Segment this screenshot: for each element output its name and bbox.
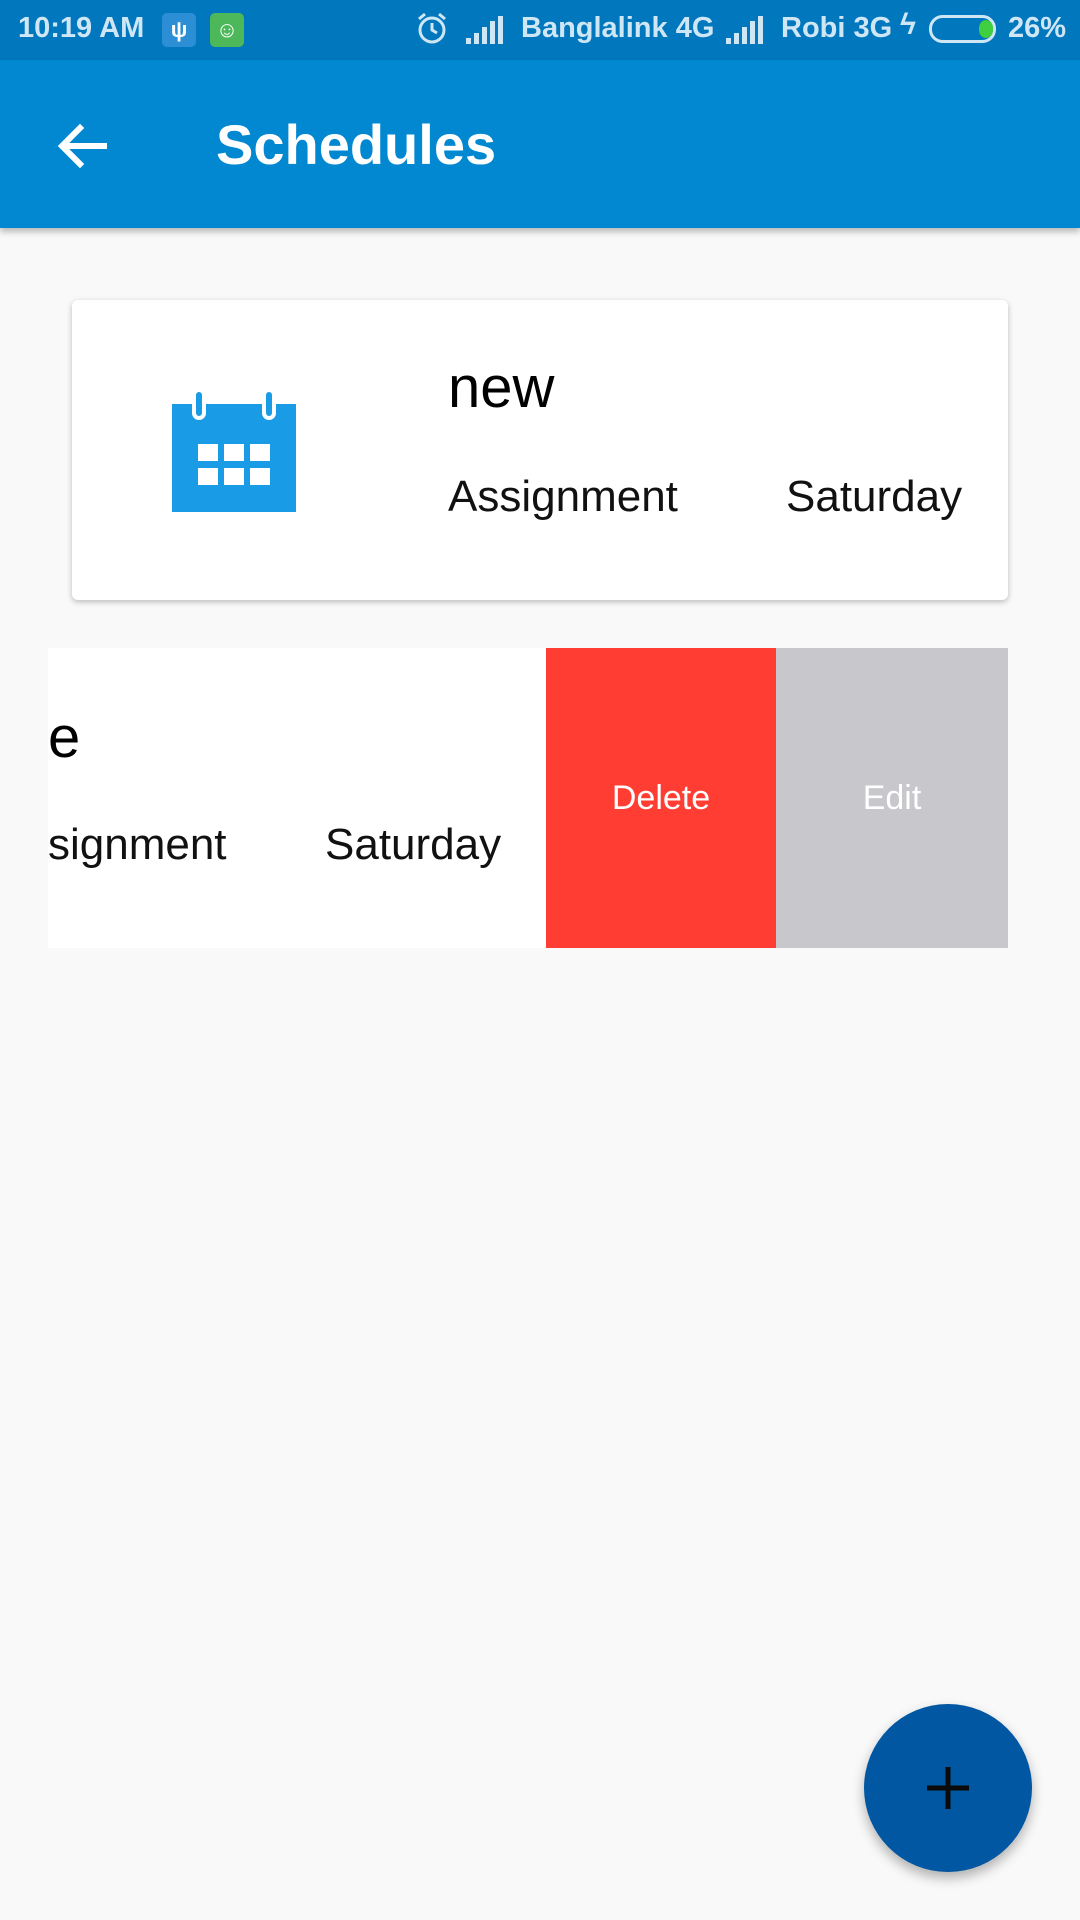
schedule-card[interactable]: new Assignment Saturday	[72, 300, 1008, 600]
schedule-card[interactable]: e signment Saturday	[48, 648, 546, 948]
edit-button[interactable]: Edit	[776, 648, 1008, 948]
app-bar: Schedules	[0, 60, 1080, 228]
carrier-1-label: Banglalink 4G	[521, 12, 715, 44]
plus-icon	[927, 1767, 969, 1809]
schedule-day: Saturday	[786, 472, 963, 521]
add-schedule-button[interactable]	[864, 1704, 1032, 1872]
charging-icon: ϟ	[900, 8, 916, 41]
schedule-day: Saturday	[325, 820, 502, 869]
usb-icon: ψ	[162, 13, 196, 47]
schedule-type: signment	[48, 820, 227, 869]
alarm-icon	[418, 12, 446, 44]
signal-icon	[726, 16, 763, 44]
battery-icon	[929, 15, 996, 43]
battery-percent: 26%	[1008, 12, 1067, 44]
signal-icon	[466, 16, 503, 44]
schedule-type: Assignment	[448, 472, 678, 521]
schedule-title: e	[48, 705, 81, 770]
page-title: Schedules	[216, 113, 497, 176]
carrier-2-label: Robi 3G	[781, 12, 893, 44]
arrow-back-icon[interactable]	[50, 114, 114, 178]
delete-button[interactable]: Delete	[546, 648, 776, 948]
schedule-title: new	[448, 355, 555, 420]
swipe-row: e signment Saturday Delete Edit	[48, 648, 1008, 948]
calendar-icon	[172, 390, 296, 512]
status-time: 10:19 AM	[18, 12, 145, 44]
android-debug-icon: ☺	[210, 13, 244, 47]
status-bar: 10:19 AM ψ ☺ Banglalink 4G Robi 3G ϟ 26%	[0, 0, 1080, 60]
